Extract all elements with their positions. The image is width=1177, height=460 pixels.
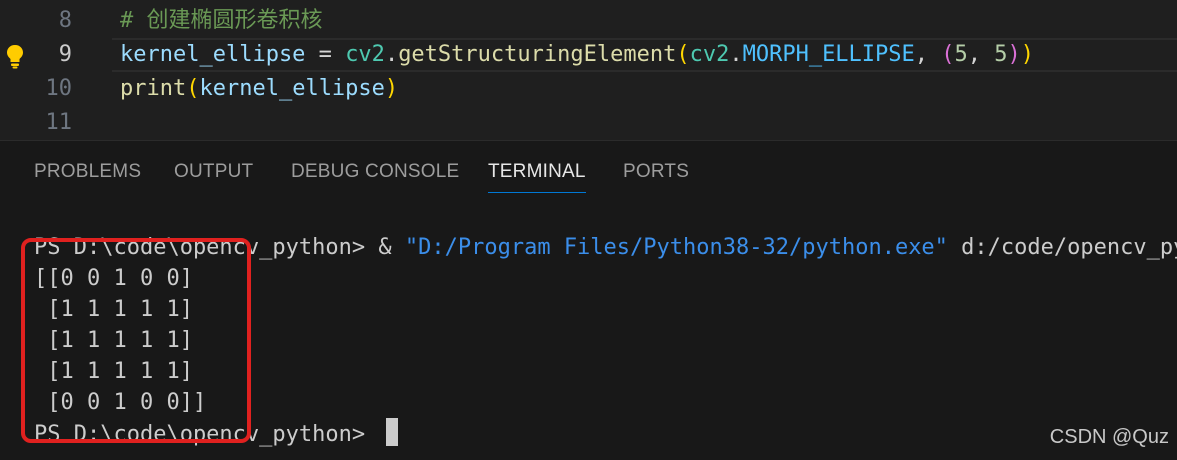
terminal-output-line: [[0 0 1 0 0] xyxy=(34,266,193,291)
watermark: CSDN @Quz xyxy=(1049,426,1169,448)
code-token: kernel_ellipse xyxy=(120,42,306,67)
tab-terminal[interactable]: TERMINAL xyxy=(488,161,586,193)
code-text[interactable]: print(kernel_ellipse) xyxy=(120,72,398,106)
tab-problems[interactable]: PROBLEMS xyxy=(34,161,141,183)
code-token: ) xyxy=(384,76,399,101)
code-token: MORPH_ELLIPSE xyxy=(742,42,915,67)
panel-tabs: PROBLEMS OUTPUT DEBUG CONSOLE TERMINAL P… xyxy=(0,141,1177,205)
terminal-exe-path: "D:/Program Files/Python38-32/python.exe… xyxy=(404,235,948,260)
terminal-output-line: [1 1 1 1 1] xyxy=(34,359,193,384)
terminal-prompt: PS D:\code\opencv_python> xyxy=(34,422,379,447)
code-line-10[interactable]: 10 print(kernel_ellipse) xyxy=(0,72,1177,106)
code-token: ) xyxy=(1007,42,1021,67)
line-number: 11 xyxy=(45,110,73,135)
code-token: getStructuringElement xyxy=(398,42,677,67)
code-line-8[interactable]: 8 # 创建椭圆形卷积核 xyxy=(0,4,1177,38)
code-token: 5 xyxy=(994,42,1008,67)
code-token: ) xyxy=(1020,42,1035,67)
tab-output[interactable]: OUTPUT xyxy=(174,161,253,183)
terminal-cursor xyxy=(386,418,399,446)
code-line-9[interactable]: 9 kernel_ellipse = cv2.getStructuringEle… xyxy=(0,38,1177,72)
code-token: , xyxy=(914,42,942,67)
terminal-output-line: [0 0 1 0 0]] xyxy=(34,390,207,415)
code-token: print xyxy=(120,76,187,101)
terminal-operator: & xyxy=(378,235,405,260)
code-token: ( xyxy=(186,76,200,101)
code-token: . xyxy=(729,42,743,67)
line-number: 9 xyxy=(58,42,72,67)
line-number: 10 xyxy=(45,76,73,101)
tab-debug-console[interactable]: DEBUG CONSOLE xyxy=(291,161,459,183)
code-token: kernel_ellipse xyxy=(199,76,385,101)
code-token: ( xyxy=(941,42,955,67)
code-token: 5 xyxy=(954,42,968,67)
code-text[interactable]: kernel_ellipse = cv2.getStructuringEleme… xyxy=(120,38,1034,72)
terminal-command-line[interactable]: PS D:\code\opencv_python> & "D:/Program … xyxy=(34,232,1177,263)
code-token: cv2 xyxy=(689,42,730,67)
code-token: = xyxy=(305,42,346,67)
terminal-argument: d:/code/opencv_pyt xyxy=(947,235,1177,260)
code-token: ( xyxy=(676,42,690,67)
terminal-prompt: PS D:\code\opencv_python> xyxy=(34,235,379,260)
terminal-final-prompt[interactable]: PS D:\code\opencv_python> xyxy=(34,418,399,450)
tab-ports[interactable]: PORTS xyxy=(623,161,689,183)
code-token: cv2 xyxy=(345,42,385,67)
code-token: . xyxy=(384,42,399,67)
code-line-11[interactable]: 11 xyxy=(0,106,1177,140)
terminal-output-line: [1 1 1 1 1] xyxy=(34,328,193,353)
code-comment[interactable]: # 创建椭圆形卷积核 xyxy=(120,4,323,38)
terminal-output-line: [1 1 1 1 1] xyxy=(34,297,193,322)
line-number: 8 xyxy=(58,8,72,33)
code-editor[interactable]: 8 # 创建椭圆形卷积核 9 kernel_ellipse = cv2.getS… xyxy=(0,0,1177,140)
code-token: , xyxy=(967,42,995,67)
